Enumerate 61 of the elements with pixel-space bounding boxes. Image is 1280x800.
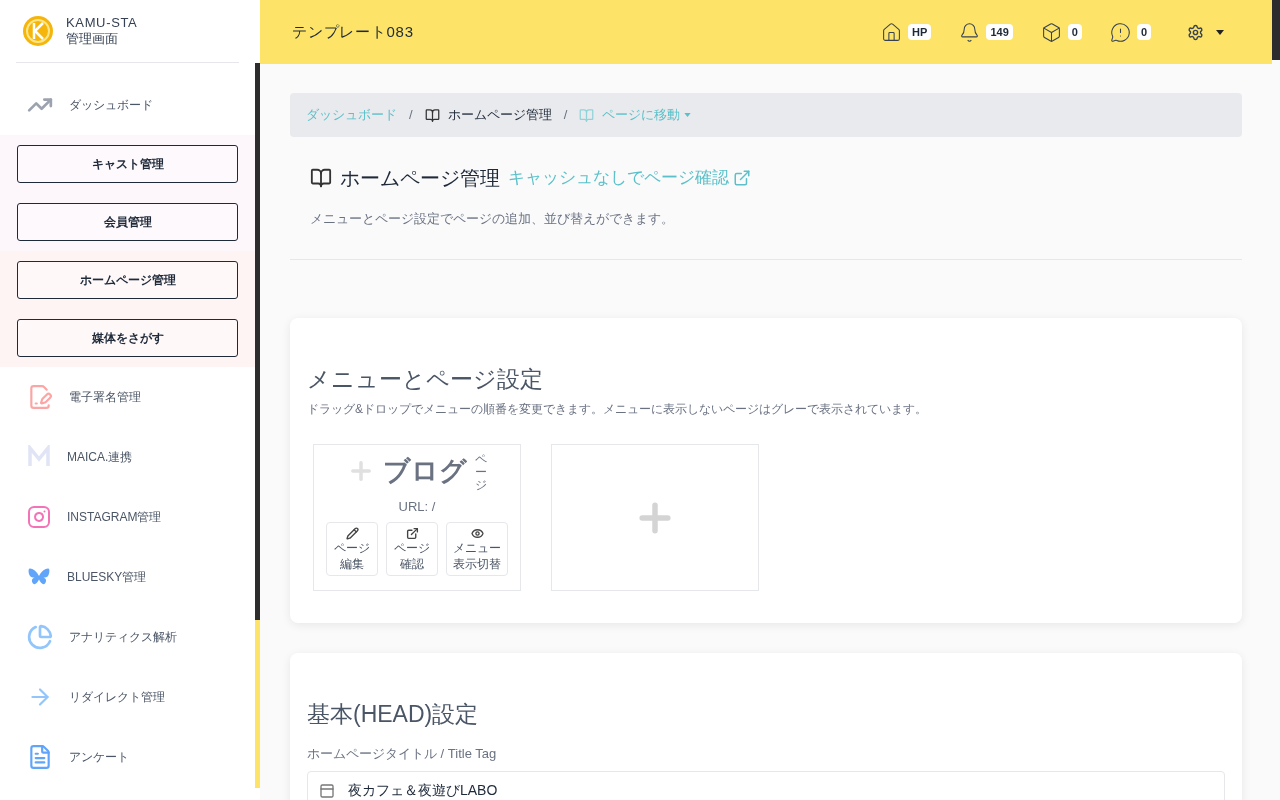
- header-shortcut[interactable]: 0: [1109, 21, 1151, 43]
- box-icon: [1040, 21, 1062, 43]
- sidebar-button[interactable]: 媒体をさがす: [17, 319, 238, 357]
- bell-icon: [959, 21, 981, 43]
- page-action-button[interactable]: メニュー 表示切替: [446, 522, 508, 577]
- pie-chart-icon: [27, 624, 53, 650]
- sidebar-item[interactable]: アナリティクス解析: [0, 607, 255, 667]
- alert-bubble-icon: [1109, 21, 1131, 43]
- logo-icon: [22, 15, 54, 47]
- header-shortcut[interactable]: HP: [881, 21, 932, 43]
- sidebar-item[interactable]: 電子署名管理: [0, 367, 255, 427]
- window-icon: [319, 783, 335, 799]
- header-shortcut[interactable]: 149: [959, 21, 1013, 43]
- page-description: メニューとページ設定でページの追加、並び替えができます。: [310, 210, 675, 228]
- sidebar-item[interactable]: INSTAGRAM管理: [0, 487, 255, 547]
- sidebar-button[interactable]: ホームページ管理: [17, 261, 238, 299]
- home-icon: [881, 21, 903, 43]
- field-label: ホームページタイトル / Title Tag: [307, 744, 498, 763]
- book-icon: [579, 107, 595, 123]
- page-url: URL: /: [398, 497, 436, 516]
- breadcrumb-separator: /: [563, 106, 568, 125]
- sidebar-button[interactable]: 会員管理: [17, 203, 238, 241]
- document-pen-icon: [27, 384, 53, 410]
- count-label: 0: [1067, 24, 1082, 40]
- m-letter-icon: [27, 445, 51, 469]
- section-title: メニューとページ設定: [307, 364, 544, 394]
- sidebar-item[interactable]: ダッシュボード: [0, 75, 255, 135]
- settings-icon: [1187, 23, 1204, 41]
- caret-icon: [1216, 29, 1224, 35]
- book-icon: [424, 107, 440, 123]
- settings-menu[interactable]: [1187, 23, 1224, 41]
- count-label: 149: [986, 24, 1013, 40]
- brand-subtitle: 管理画面: [66, 31, 119, 48]
- section-hint: ドラッグ&ドロップでメニューの順番を変更できます。メニューに表示しないページはグレーで表示されています。: [307, 401, 928, 418]
- book-icon: [310, 167, 332, 189]
- eye-icon: [470, 527, 484, 541]
- sidebar-item[interactable]: アンケート: [0, 727, 255, 787]
- section-title: 基本(HEAD)設定: [307, 700, 480, 729]
- external-link-icon: [405, 527, 419, 541]
- page-action-button[interactable]: ページ 確認: [386, 522, 438, 577]
- sidebar-button[interactable]: キャスト管理: [17, 145, 238, 183]
- brand-name: KAMU-STA: [66, 14, 138, 31]
- page-name: ブログ: [383, 455, 467, 488]
- header-shortcut[interactable]: 0: [1040, 21, 1082, 43]
- pencil-icon: [345, 527, 359, 541]
- sidebar-item[interactable]: リダイレクト管理: [0, 667, 255, 727]
- page-action-button[interactable]: ページ 編集: [326, 522, 378, 577]
- title-input-field[interactable]: 夜カフェ＆夜遊びLABO: [307, 771, 1225, 800]
- sidebar-item[interactable]: MAICA.連携: [0, 427, 255, 487]
- camera-icon: [27, 505, 51, 529]
- page-tag: ページ: [475, 453, 487, 493]
- count-label: 0: [1136, 24, 1151, 40]
- document-icon: [27, 744, 53, 770]
- page-heading: テンプレート083: [292, 21, 414, 42]
- count-label: HP: [908, 24, 932, 40]
- page-title: ホームページ管理: [340, 166, 500, 191]
- breadcrumb-separator: /: [409, 106, 413, 125]
- breadcrumb-current: ホームページ管理: [447, 106, 552, 125]
- external-link-icon: [733, 169, 751, 187]
- sidebar-item[interactable]: BLUESKY管理: [0, 547, 255, 607]
- caret-icon: [684, 113, 692, 117]
